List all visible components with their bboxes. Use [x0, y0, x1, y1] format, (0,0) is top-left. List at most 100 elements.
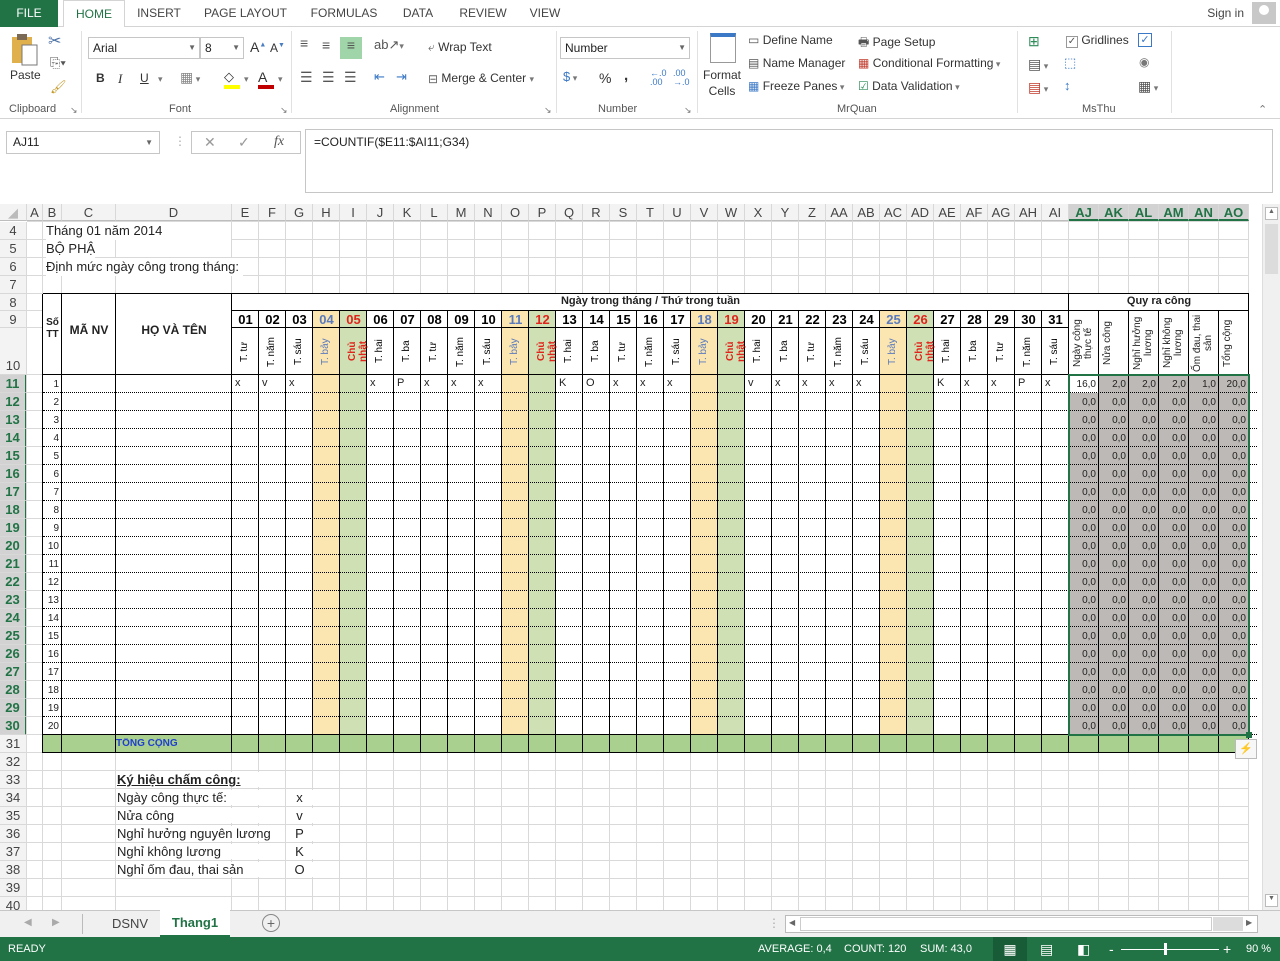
column-header-al[interactable]: AL [1129, 204, 1159, 221]
column-header-aj[interactable]: AJ [1069, 204, 1099, 221]
tab-split-grip-icon[interactable]: ⋮ [768, 916, 780, 930]
bold-button[interactable]: B [96, 71, 105, 85]
column-header-e[interactable]: E [232, 204, 259, 221]
align-left-icon[interactable]: ☰ [300, 69, 313, 86]
page-layout-view-icon[interactable]: ▤ [1040, 937, 1053, 961]
row-header-26[interactable]: 26 [0, 645, 27, 663]
headings-checkbox[interactable]: ✓ [1138, 33, 1152, 47]
row-header-9[interactable]: 9 [0, 311, 27, 328]
insert-cells-icon[interactable]: ⊞ [1028, 33, 1040, 50]
column-header-z[interactable]: Z [799, 204, 826, 221]
attendance-mark[interactable]: x [370, 377, 376, 389]
cut-icon[interactable]: ✂ [48, 31, 61, 51]
fill-color-dropdown-icon[interactable]: ▾ [244, 74, 249, 85]
row-header-6[interactable]: 6 [0, 258, 27, 276]
tab-review[interactable]: REVIEW [455, 0, 511, 27]
scroll-up-icon[interactable]: ▲ [1265, 207, 1278, 220]
user-avatar-icon[interactable] [1252, 2, 1276, 24]
column-header-j[interactable]: J [367, 204, 394, 221]
row-header-13[interactable]: 13 [0, 411, 27, 429]
row-header-34[interactable]: 34 [0, 789, 27, 807]
paste-label[interactable]: Paste [10, 68, 41, 82]
attendance-mark[interactable]: x [235, 377, 241, 389]
column-header-u[interactable]: U [664, 204, 691, 221]
column-header-ab[interactable]: AB [853, 204, 880, 221]
zoom-slider[interactable] [1121, 949, 1219, 950]
row-height-icon[interactable]: ↕ [1064, 78, 1071, 93]
column-width-icon[interactable]: ⬚ [1064, 55, 1076, 71]
attendance-mark[interactable]: K [559, 377, 566, 389]
format-painter-icon[interactable]: 🖌 [50, 79, 67, 95]
zoom-slider-thumb[interactable] [1164, 943, 1167, 955]
increase-font-icon[interactable]: A▲ [250, 39, 266, 55]
attendance-mark[interactable]: x [964, 377, 970, 389]
column-header-ae[interactable]: AE [934, 204, 961, 221]
font-launcher-icon[interactable]: ↘ [280, 105, 288, 116]
tab-insert[interactable]: INSERT [131, 0, 187, 27]
column-header-c[interactable]: C [62, 204, 116, 221]
font-size-dropdown[interactable]: 8 ▼ [200, 37, 244, 59]
column-header-h[interactable]: H [313, 204, 340, 221]
row-header-23[interactable]: 23 [0, 591, 27, 609]
align-middle-icon[interactable]: ≡ [322, 37, 330, 53]
column-header-ac[interactable]: AC [880, 204, 907, 221]
page-break-view-icon[interactable]: ◧ [1077, 937, 1090, 961]
row-header-19[interactable]: 19 [0, 519, 27, 537]
column-header-q[interactable]: Q [556, 204, 583, 221]
define-name-button[interactable]: ▭ Define Name [748, 33, 833, 47]
row-header-24[interactable]: 24 [0, 609, 27, 627]
attendance-mark[interactable]: x [1045, 377, 1051, 389]
clipboard-launcher-icon[interactable]: ↘ [70, 105, 78, 116]
zoom-in-icon[interactable]: + [1223, 937, 1231, 961]
attendance-mark[interactable]: O [586, 377, 595, 389]
attendance-mark[interactable]: v [262, 377, 268, 389]
attendance-mark[interactable]: x [856, 377, 862, 389]
row-header-38[interactable]: 38 [0, 861, 27, 879]
attendance-mark[interactable]: x [991, 377, 997, 389]
column-header-o[interactable]: O [502, 204, 529, 221]
underline-dropdown-icon[interactable]: ▾ [158, 74, 163, 85]
italic-button[interactable]: I [118, 71, 122, 87]
row-header-37[interactable]: 37 [0, 843, 27, 861]
column-header-x[interactable]: X [745, 204, 772, 221]
hscroll-thumb[interactable] [800, 917, 1212, 931]
number-launcher-icon[interactable]: ↘ [684, 105, 692, 116]
row-header-40[interactable]: 40 [0, 897, 27, 910]
tab-view[interactable]: VIEW [524, 0, 566, 27]
row-header-14[interactable]: 14 [0, 429, 27, 447]
tab-home[interactable]: HOME [63, 0, 125, 28]
column-header-f[interactable]: F [259, 204, 286, 221]
copy-icon[interactable]: ⎘▾ [50, 55, 66, 71]
tab-formulas[interactable]: FORMULAS [305, 0, 383, 27]
column-header-b[interactable]: B [43, 204, 62, 221]
row-header-21[interactable]: 21 [0, 555, 27, 573]
decrease-indent-icon[interactable]: ⇤ [374, 69, 385, 85]
align-center-icon[interactable]: ☰ [322, 69, 335, 86]
zoom-out-icon[interactable]: - [1109, 937, 1114, 961]
row-header-28[interactable]: 28 [0, 681, 27, 699]
column-header-ag[interactable]: AG [988, 204, 1015, 221]
tab-data[interactable]: DATA [396, 0, 440, 27]
percent-button[interactable]: % [599, 70, 611, 86]
row-header-31[interactable]: 31 [0, 735, 27, 753]
gridlines-checkbox[interactable]: ✓ Gridlines [1066, 33, 1129, 48]
column-header-a[interactable]: A [27, 204, 43, 221]
decrease-decimal-icon[interactable]: .00 →.0 [673, 69, 690, 87]
increase-indent-icon[interactable]: ⇥ [396, 69, 407, 85]
column-header-p[interactable]: P [529, 204, 556, 221]
row-header-20[interactable]: 20 [0, 537, 27, 555]
sign-in-link[interactable]: Sign in [1207, 6, 1244, 20]
attendance-mark[interactable]: x [640, 377, 646, 389]
selection-range[interactable] [1068, 374, 1250, 736]
cancel-icon[interactable]: ✕ [204, 134, 216, 151]
name-manager-button[interactable]: ▤ Name Manager [748, 56, 845, 70]
row-header-7[interactable]: 7 [0, 276, 27, 294]
column-header-ah[interactable]: AH [1015, 204, 1042, 221]
column-header-ai[interactable]: AI [1042, 204, 1069, 221]
add-sheet-icon[interactable]: + [262, 914, 280, 932]
merge-center-button[interactable]: ⊟ Merge & Center ▾ [428, 71, 534, 86]
column-header-ad[interactable]: AD [907, 204, 934, 221]
row-header-18[interactable]: 18 [0, 501, 27, 519]
font-name-dropdown[interactable]: Arial ▼ [88, 37, 200, 59]
worksheet-grid[interactable]: ◢ A B C D E F G H I J K L M N O P Q R S T U V W X Y Z AA AB AC AD AE AF A… [0, 204, 1262, 910]
